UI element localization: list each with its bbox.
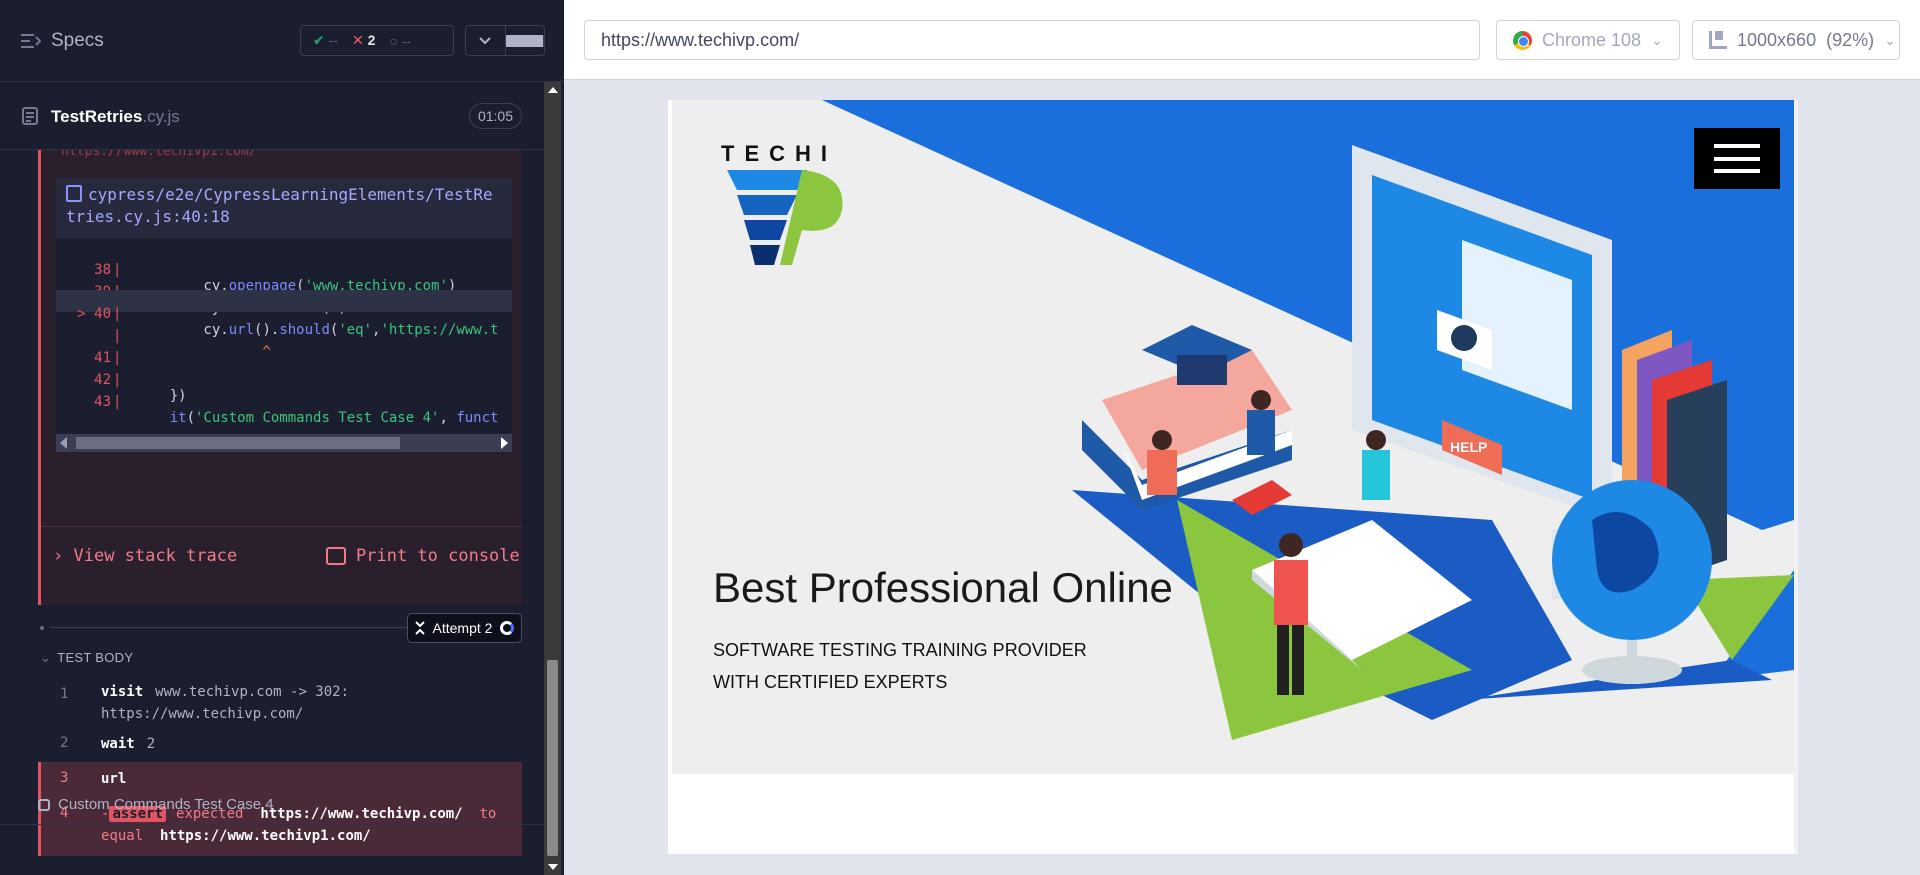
hamburger-menu-icon[interactable] xyxy=(1694,128,1780,189)
scroll-down-icon[interactable] xyxy=(548,864,558,870)
check-icon: ✔ xyxy=(313,32,325,48)
stop-button[interactable] xyxy=(505,26,544,55)
terminal-icon xyxy=(326,547,346,565)
url-field[interactable]: https://www.techivp.com/ xyxy=(584,20,1480,60)
pending-icon: ○ xyxy=(389,32,398,49)
test-divider xyxy=(0,824,544,825)
spec-header[interactable]: TestRetries.cy.js 01:05 xyxy=(0,82,544,150)
specs-button[interactable]: Specs xyxy=(21,30,104,52)
command-row[interactable]: 2 wait 2 xyxy=(38,728,522,760)
error-panel: https://www.techivp1.com/ cypress/e2e/Cy… xyxy=(38,144,522,605)
run-controls xyxy=(465,25,545,56)
code-line: 43 | it('Custom Commands Test Case 4', fu… xyxy=(94,394,499,426)
collapse-icon xyxy=(414,621,425,635)
stop-icon xyxy=(505,34,544,47)
passed-stat: ✔ -- xyxy=(313,32,338,48)
test-body-header[interactable]: ⌄ TEST BODY xyxy=(40,650,133,666)
chevron-down-icon: ⌄ xyxy=(1651,31,1663,48)
test-item-custom-commands-4[interactable]: Custom Commands Test Case 4 xyxy=(38,796,274,813)
test-status-icon xyxy=(38,798,50,811)
scrollbar-thumb[interactable] xyxy=(76,437,400,449)
file-link-text: cypress/e2e/CypressLearningElements/Test… xyxy=(66,185,493,226)
reporter-vertical-scrollbar[interactable] xyxy=(544,82,561,875)
code-line: 39| cy.waitforsecs(2) xyxy=(56,268,512,316)
x-icon: ✕ xyxy=(351,32,364,48)
code-frame: 38| cy.openpage('www.techivp.com') 39| c… xyxy=(56,238,512,452)
scroll-left-icon[interactable] xyxy=(60,437,67,449)
hero-banner: HELP TECHI Best Professional Online SOFT… xyxy=(672,100,1794,774)
code-line-highlighted: > 40 | cy.url().should('eq','https://www.… xyxy=(56,290,512,338)
file-icon xyxy=(66,185,82,202)
aut-panel: https://www.techivp.com/ Chrome 108 ⌄ 10… xyxy=(564,0,1920,875)
command-row-failed[interactable]: 3 url xyxy=(38,762,522,796)
scrollbar-thumb[interactable] xyxy=(547,660,558,856)
scroll-right-icon[interactable] xyxy=(501,437,508,449)
code-line: | ^ xyxy=(113,328,271,360)
scroll-up-icon[interactable] xyxy=(548,87,558,93)
error-actions-divider xyxy=(41,526,522,527)
aut-viewport: HELP TECHI Best Professional Online SOFT… xyxy=(668,100,1798,854)
code-horizontal-scrollbar[interactable] xyxy=(56,434,512,452)
browser-selector[interactable]: Chrome 108 ⌄ xyxy=(1496,20,1680,60)
viewport-selector[interactable]: 1000x660 (92%) ⌄ xyxy=(1692,20,1900,60)
reporter-header: Specs ✔ -- ✕ 2 ○ -- xyxy=(0,0,564,82)
failed-stat: ✕ 2 xyxy=(351,32,376,48)
print-to-console-button[interactable]: Print to console xyxy=(326,546,520,566)
page-vertical-scrollbar[interactable] xyxy=(1794,100,1798,854)
spec-duration: 01:05 xyxy=(469,103,522,129)
hero-title: Best Professional Online xyxy=(713,564,1173,611)
reporter-scroll-pane[interactable]: https://www.techivp1.com/ cypress/e2e/Cy… xyxy=(0,82,544,875)
test-stats: ✔ -- ✕ 2 ○ -- xyxy=(300,25,454,56)
chevron-down-icon xyxy=(479,36,491,44)
chrome-icon xyxy=(1513,30,1532,50)
running-spinner-icon xyxy=(500,621,515,635)
spec-title: TestRetries.cy.js xyxy=(51,107,180,126)
reporter-panel: Specs ✔ -- ✕ 2 ○ -- https://www.techivp1… xyxy=(0,0,564,875)
error-file-link[interactable]: cypress/e2e/CypressLearningElements/Test… xyxy=(56,178,512,238)
specs-label: Specs xyxy=(51,30,104,51)
chevron-down-icon: ⌄ xyxy=(1884,31,1896,48)
hero-subtitle: SOFTWARE TESTING TRAINING PROVIDER WITH … xyxy=(713,640,1087,692)
attempt-tag[interactable]: Attempt 2 xyxy=(407,613,522,643)
auto-scroll-toggle[interactable] xyxy=(466,26,506,55)
chevron-down-icon: ⌄ xyxy=(40,650,52,665)
document-icon xyxy=(22,107,38,125)
code-line: 38 | cy.openpage('www.techivp.com') xyxy=(94,262,457,294)
ruler-icon xyxy=(1709,31,1727,49)
attempt-divider xyxy=(50,627,420,628)
site-logo[interactable]: TECHI xyxy=(721,141,837,167)
code-line: 42 | }) xyxy=(94,372,187,404)
help-sign-text: HELP xyxy=(1450,439,1487,455)
aut-toolbar: https://www.techivp.com/ Chrome 108 ⌄ 10… xyxy=(564,0,1920,80)
command-row[interactable]: 1 visit www.techivp.com -> 302: https://w… xyxy=(38,676,522,728)
code-line: 41 | xyxy=(94,350,122,366)
attempt-divider-dot xyxy=(40,626,44,630)
view-stack-trace-button[interactable]: › View stack trace xyxy=(53,546,237,566)
chevron-right-icon: › xyxy=(53,546,64,566)
pending-stat: ○ -- xyxy=(389,32,412,49)
specs-menu-icon xyxy=(21,34,41,48)
